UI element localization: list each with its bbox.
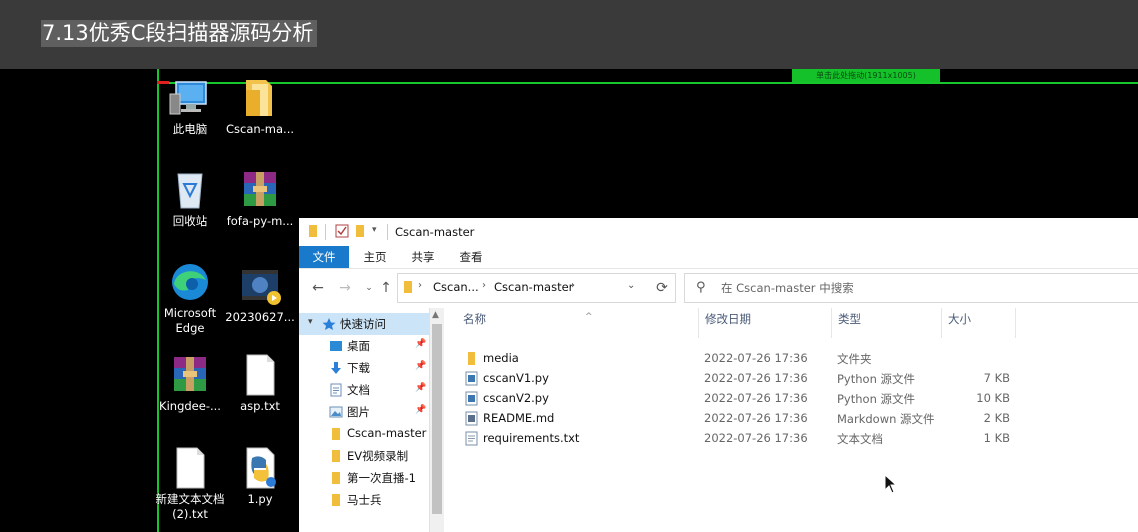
recent-locations-dropdown-icon[interactable]: ⌄ <box>361 280 377 296</box>
desktop-icon-new-text-doc[interactable]: 新建文本文档 (2).txt <box>155 446 225 522</box>
desktop-icon-asp-txt[interactable]: asp.txt <box>225 353 295 414</box>
winrar-archive-icon <box>238 168 282 212</box>
python-file-icon <box>238 446 282 490</box>
properties-check-icon[interactable] <box>335 224 349 240</box>
titlebar-divider <box>325 224 326 240</box>
folder-icon <box>329 449 343 463</box>
pin-icon: 📌 <box>415 361 427 371</box>
winrar-archive-icon <box>168 353 212 397</box>
recycle-bin-icon <box>168 168 212 212</box>
pin-icon: 📌 <box>415 405 427 415</box>
explorer-window: ▾ Cscan-master 文件 主页 共享 查看 ← → ⌄ ↑ › Csc… <box>299 218 1138 532</box>
folder-icon <box>329 471 343 485</box>
python-file-icon <box>465 391 478 406</box>
desktop-icon-1-py[interactable]: 1.py <box>225 446 295 507</box>
desktop-icon-recycle-bin[interactable]: 回收站 <box>155 168 225 229</box>
pin-icon: 📌 <box>415 339 427 349</box>
nav-item-first-livestream[interactable]: 第一次直播-1 <box>299 467 429 489</box>
breadcrumb-item-cscan-master[interactable]: Cscan-master <box>494 280 573 294</box>
column-header-type[interactable]: 类型 <box>832 308 942 338</box>
expand-chevron-icon[interactable]: ▾ <box>308 317 313 327</box>
tab-share[interactable]: 共享 <box>403 246 443 268</box>
nav-item-downloads[interactable]: 下载 📌 <box>299 357 429 379</box>
desktop-folder-icon <box>329 339 343 353</box>
pin-icon: 📌 <box>415 383 427 393</box>
navigation-pane: ▾ 快速访问 桌面 📌 下载 📌 文档 📌 图片 📌 Cscan-master <box>299 308 429 532</box>
python-file-icon <box>465 371 478 386</box>
nav-item-documents[interactable]: 文档 📌 <box>299 379 429 401</box>
text-file-icon <box>238 353 282 397</box>
desktop-icon-video[interactable]: 20230627... <box>225 264 295 325</box>
desktop-icon-edge[interactable]: Microsoft Edge <box>155 260 225 336</box>
nav-item-cscan-master[interactable]: Cscan-master <box>299 423 429 445</box>
nav-item-quick-access[interactable]: ▾ 快速访问 <box>299 313 429 335</box>
search-box[interactable]: ⚲ 在 Cscan-master 中搜索 <box>684 273 1138 303</box>
search-input[interactable]: 在 Cscan-master 中搜索 <box>721 280 854 296</box>
file-list: 名称 ^ 修改日期 类型 大小 media 2022-07-26 17:36 文… <box>444 308 1138 532</box>
sort-ascending-icon: ^ <box>585 312 593 322</box>
folder-icon <box>403 280 413 297</box>
this-pc-icon <box>168 76 212 120</box>
column-header-size[interactable]: 大小 <box>942 308 1016 338</box>
desktop-icon-fofa-archive[interactable]: fofa-py-m... <box>225 168 295 229</box>
scroll-up-icon[interactable]: ▲ <box>432 310 439 320</box>
folder-icon <box>238 76 282 120</box>
navigation-pane-scrollbar[interactable]: ▲ <box>429 308 444 532</box>
search-icon: ⚲ <box>696 280 706 295</box>
folder-icon <box>465 351 478 366</box>
capture-border-top <box>157 82 1138 84</box>
tab-view[interactable]: 查看 <box>451 246 491 268</box>
desktop-icon-kingdee-archive[interactable]: Kingdee-... <box>155 353 225 414</box>
window-title: Cscan-master <box>395 225 475 239</box>
file-row-media[interactable]: media 2022-07-26 17:36 文件夹 <box>459 348 1019 368</box>
breadcrumb-separator-icon: › <box>482 280 486 291</box>
star-icon <box>322 317 336 331</box>
ribbon-tabs: 文件 主页 共享 查看 <box>299 246 1138 269</box>
desktop-icon-cscan-folder[interactable]: Cscan-ma... <box>225 76 295 137</box>
new-folder-icon[interactable] <box>355 224 365 240</box>
video-file-icon <box>238 264 282 308</box>
desktop-icon-this-pc[interactable]: 此电脑 <box>155 76 225 137</box>
text-file-icon <box>168 446 212 490</box>
edge-icon <box>168 260 212 304</box>
breadcrumb-separator-icon: › <box>418 280 422 291</box>
file-row-cscanv2[interactable]: cscanV2.py 2022-07-26 17:36 Python 源文件 1… <box>459 388 1019 408</box>
folder-icon <box>308 224 318 240</box>
quick-access-toolbar-dropdown-icon[interactable]: ▾ <box>372 225 377 241</box>
column-header-name[interactable]: 名称 ^ <box>457 308 699 338</box>
text-file-icon <box>465 431 478 446</box>
download-arrow-icon <box>329 361 343 375</box>
video-title: 7.13优秀C段扫描器源码分析 <box>41 20 318 47</box>
nav-item-mashibing[interactable]: 马士兵 <box>299 489 429 511</box>
back-arrow-icon[interactable]: ← <box>310 280 326 296</box>
markdown-file-icon <box>465 411 478 426</box>
nav-item-ev-recording[interactable]: EV视频录制 <box>299 445 429 467</box>
forward-arrow-icon[interactable]: → <box>337 280 353 296</box>
nav-item-pictures[interactable]: 图片 📌 <box>299 401 429 423</box>
window-titlebar[interactable]: ▾ Cscan-master <box>299 218 1138 246</box>
video-title-bar: 7.13优秀C段扫描器源码分析 <box>0 0 1138 69</box>
refresh-icon[interactable]: ⟳ <box>649 273 676 303</box>
tab-home[interactable]: 主页 <box>355 246 395 268</box>
capture-drag-handle[interactable]: 单击此处拖动(1911x1005) <box>792 69 940 82</box>
folder-icon <box>329 427 343 441</box>
scrollbar-thumb[interactable] <box>432 324 442 514</box>
nav-item-desktop[interactable]: 桌面 📌 <box>299 335 429 357</box>
breadcrumb-item-cscan-parent[interactable]: Cscan... <box>433 280 479 294</box>
column-header-date[interactable]: 修改日期 <box>699 308 832 338</box>
file-row-cscanv1[interactable]: cscanV1.py 2022-07-26 17:36 Python 源文件 7… <box>459 368 1019 388</box>
documents-icon <box>329 383 343 397</box>
address-bar[interactable]: › Cscan... › Cscan-master › ⌄ <box>397 273 675 303</box>
titlebar-divider <box>387 224 388 240</box>
breadcrumb-separator-icon: › <box>571 280 575 291</box>
mouse-cursor-icon <box>884 473 898 494</box>
tab-file[interactable]: 文件 <box>299 246 349 268</box>
address-dropdown-icon[interactable]: ⌄ <box>627 280 635 291</box>
pictures-icon <box>329 405 343 419</box>
up-arrow-icon[interactable]: ↑ <box>378 280 394 296</box>
folder-icon <box>329 493 343 507</box>
file-row-readme[interactable]: README.md 2022-07-26 17:36 Markdown 源文件 … <box>459 408 1019 428</box>
file-row-requirements[interactable]: requirements.txt 2022-07-26 17:36 文本文档 1… <box>459 428 1019 448</box>
